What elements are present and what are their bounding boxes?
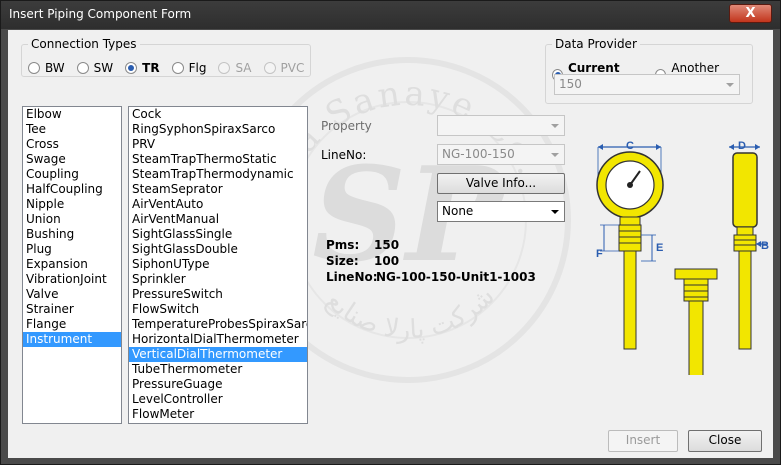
connection-type-radio-label: BW <box>45 61 65 75</box>
thermometer-diagram: C F E D B <box>596 140 769 375</box>
component-list-item[interactable]: SteamSeprator <box>129 182 307 197</box>
connection-types-title: Connection Types <box>28 37 140 51</box>
summary-size-label: Size: <box>326 254 359 268</box>
component-list-item[interactable]: FlowSwitch <box>129 302 307 317</box>
component-list-item[interactable]: PressureGuage <box>129 377 307 392</box>
category-list-item[interactable]: Elbow <box>23 107 121 122</box>
component-list-item[interactable]: AirVentAuto <box>129 197 307 212</box>
chevron-down-icon <box>726 83 734 87</box>
option-select[interactable]: None <box>437 201 565 222</box>
component-list-item[interactable]: SightGlassSingle <box>129 227 307 242</box>
category-list-item[interactable]: Union <box>23 212 121 227</box>
radio-circle-icon <box>171 62 184 74</box>
component-list-item[interactable]: VerticalDialThermometer <box>129 347 307 362</box>
front-view: C F E <box>596 140 664 350</box>
lineno-select[interactable]: NG-100-150 <box>437 144 565 165</box>
component-list-item[interactable]: LevelController <box>129 392 307 407</box>
data-provider-group: Data Provider Current PmsAnother Pms 150 <box>545 37 753 104</box>
lineno-label: LineNo: <box>321 148 367 162</box>
component-list[interactable]: Cock RingSyphonSpiraxSarco PRV SteamTrapThe… <box>128 106 308 424</box>
category-list-item[interactable]: Nipple <box>23 197 121 212</box>
component-list-item[interactable]: PRV <box>129 137 307 152</box>
chevron-down-icon <box>551 124 559 128</box>
side-view: D B <box>729 140 769 350</box>
valve-info-button[interactable]: Valve Info... <box>437 173 565 194</box>
connection-type-radio-label: PVC <box>280 61 305 75</box>
connection-types-options: BW SW TR Flg SA PVC <box>28 61 316 75</box>
option-select-value: None <box>442 204 474 218</box>
component-list-item[interactable]: HorizontalDialThermometer <box>129 332 307 347</box>
dimension-d-label: D <box>738 140 746 152</box>
radio-circle-icon <box>125 62 138 74</box>
data-provider-title: Data Provider <box>552 37 640 51</box>
connection-type-radio-label: SA <box>235 61 252 75</box>
category-list-item[interactable]: HalfCoupling <box>23 182 121 197</box>
summary-lineno-label: LineNo: <box>326 270 378 284</box>
connection-type-radio-bw[interactable]: BW <box>28 61 65 75</box>
component-list-item[interactable]: AirVentManual <box>129 212 307 227</box>
component-list-item[interactable]: SteamTrapThermodynamic <box>129 167 307 182</box>
window-close-button[interactable]: X <box>729 4 772 23</box>
dialog-window: Insert Piping Component Form X Parla San… <box>0 0 781 465</box>
connection-type-radio-flg[interactable]: Flg <box>171 61 207 75</box>
component-list-item[interactable]: RingSyphonSpiraxSarco <box>129 122 307 137</box>
summary-pms-value: 150 <box>374 238 400 252</box>
window-title: Insert Piping Component Form <box>9 7 192 21</box>
lineno-select-value: NG-100-150 <box>442 147 515 161</box>
component-list-item[interactable]: TemperatureProbesSpiraxSarco <box>129 317 307 332</box>
component-list-item[interactable]: Sprinkler <box>129 272 307 287</box>
component-list-item[interactable]: SightGlassDouble <box>129 242 307 257</box>
component-list-item[interactable]: SteamTrapThermoStatic <box>129 152 307 167</box>
category-list-item[interactable]: Flange <box>23 317 121 332</box>
category-list-item[interactable]: Bushing <box>23 227 121 242</box>
property-label: Property <box>321 119 372 133</box>
insert-button[interactable]: Insert <box>608 430 678 452</box>
category-list-item[interactable]: Valve <box>23 287 121 302</box>
pms-select[interactable]: 150 <box>554 74 740 95</box>
dimension-c-label: C <box>626 140 634 152</box>
component-list-item[interactable]: TubeThermometer <box>129 362 307 377</box>
title-bar[interactable]: Insert Piping Component Form X <box>1 1 780 29</box>
connection-type-radio-tr[interactable]: TR <box>125 61 160 75</box>
connection-type-radio-pvc: PVC <box>263 61 305 75</box>
radio-circle-icon <box>218 62 231 74</box>
dimension-e-label: E <box>656 242 663 254</box>
category-list-item[interactable]: Expansion <box>23 257 121 272</box>
dimension-b-label: B <box>761 240 769 252</box>
connection-type-radio-label: SW <box>93 61 114 75</box>
dimension-f-label: F <box>596 248 603 260</box>
connection-type-radio-sw[interactable]: SW <box>76 61 114 75</box>
connection-type-radio-label: Flg <box>188 61 207 75</box>
summary-lineno-value: NG-100-150-Unit1-1003 <box>376 270 536 284</box>
component-list-item[interactable]: Cock <box>129 107 307 122</box>
chevron-down-icon <box>551 153 559 157</box>
radio-circle-icon <box>76 62 89 74</box>
summary-size-value: 100 <box>374 254 400 268</box>
connection-types-group: Connection Types BW SW TR Flg SA PVC <box>21 37 311 77</box>
category-list-item[interactable]: Instrument <box>23 332 121 347</box>
component-list-item[interactable]: SiphonUType <box>129 257 307 272</box>
category-list-item[interactable]: Swage <box>23 152 121 167</box>
connection-type-radio-label: TR <box>142 61 160 75</box>
probe-fitting-view <box>674 268 718 375</box>
category-list-item[interactable]: Tee <box>23 122 121 137</box>
category-list-item[interactable]: VibrationJoint <box>23 272 121 287</box>
category-list-item[interactable]: Plug <box>23 242 121 257</box>
dialog-client-area: Parla Sanaye Co. شرکت پارلا صنایع SP Con… <box>8 30 773 458</box>
category-list-item[interactable]: Cross <box>23 137 121 152</box>
pms-select-value: 150 <box>559 77 582 91</box>
component-list-item[interactable]: FlowMeter <box>129 407 307 422</box>
radio-circle-icon <box>263 62 276 74</box>
component-list-item[interactable]: PressureSwitch <box>129 287 307 302</box>
category-list-item[interactable]: Coupling <box>23 167 121 182</box>
category-list[interactable]: Elbow Tee Cross Swage Coupling HalfCoupling Ni… <box>22 106 122 424</box>
category-list-item[interactable]: Strainer <box>23 302 121 317</box>
property-select[interactable] <box>437 115 565 136</box>
close-button[interactable]: Close <box>688 430 762 452</box>
radio-circle-icon <box>28 62 40 74</box>
connection-type-radio-sa: SA <box>218 61 252 75</box>
summary-pms-label: Pms: <box>326 238 360 252</box>
chevron-down-icon <box>551 210 559 214</box>
